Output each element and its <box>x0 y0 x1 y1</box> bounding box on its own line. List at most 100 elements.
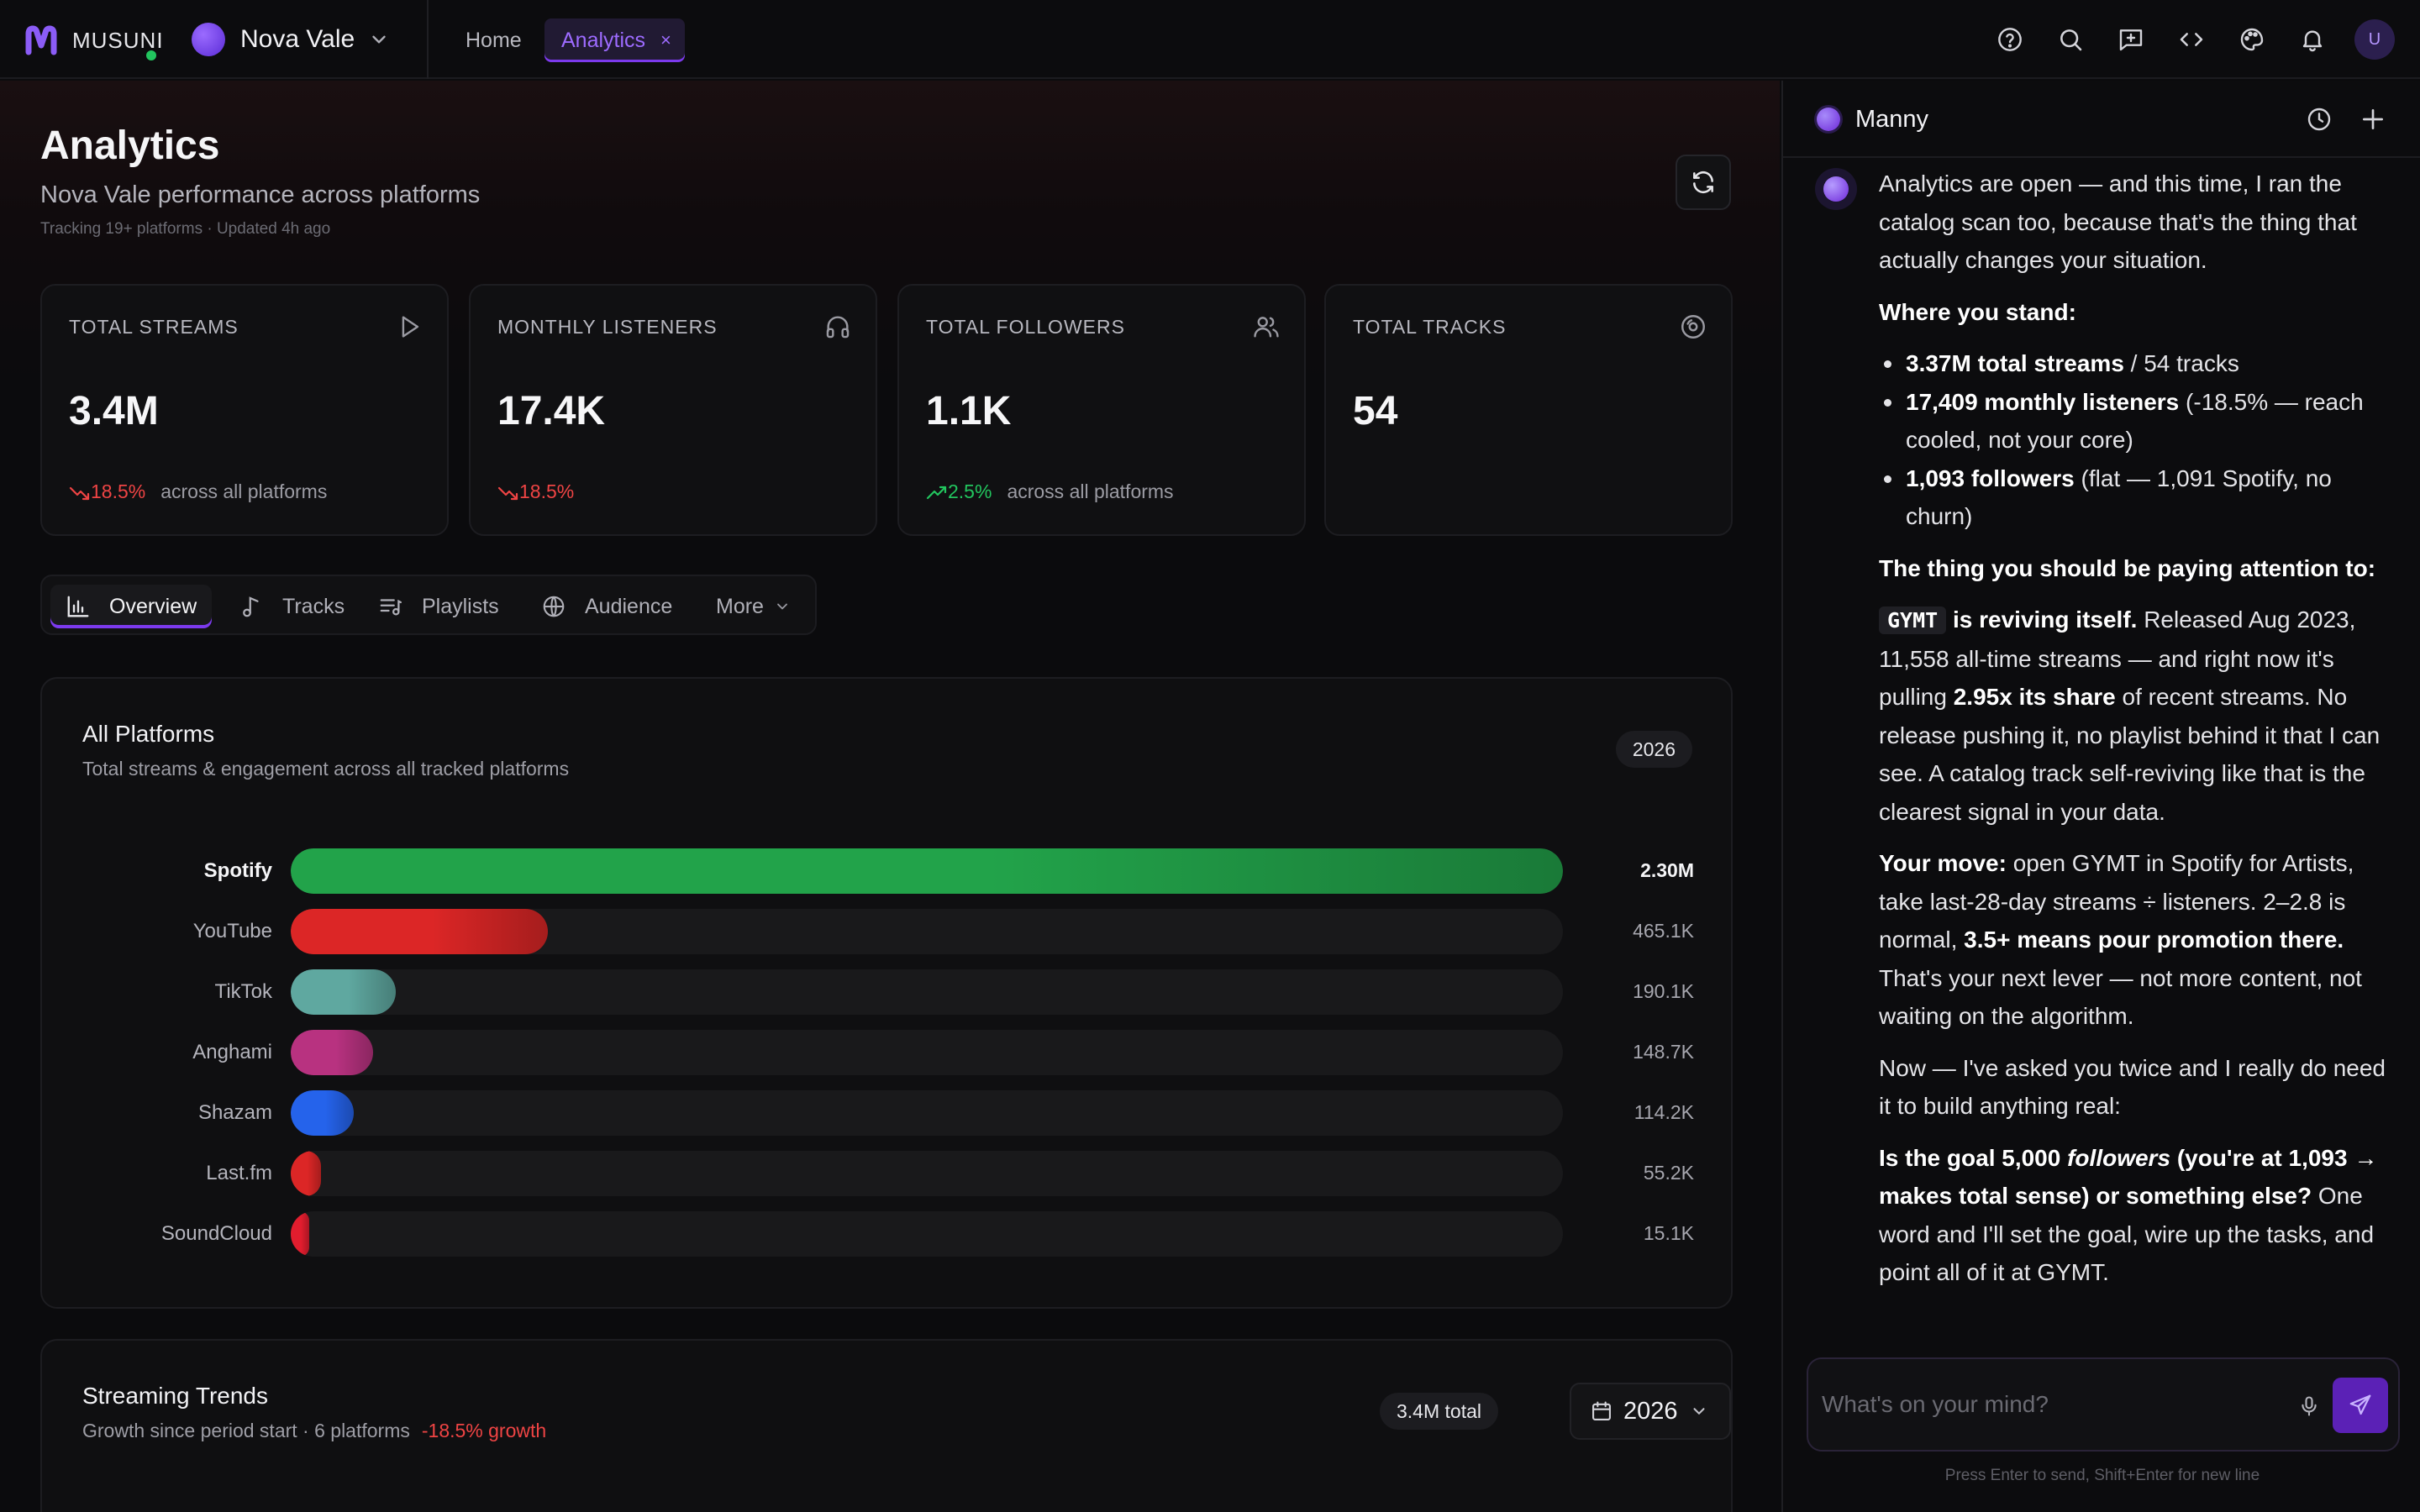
bar-row-tiktok[interactable]: TikTok 190.1K <box>42 969 1734 1015</box>
tab-playlists-label: Playlists <box>422 594 499 618</box>
music-note-icon <box>243 596 259 617</box>
stat-value: 54 <box>1353 389 1398 433</box>
stat-card-total-streams: TOTAL STREAMS 3.4M 18.5% across all plat… <box>40 284 449 536</box>
tab-playlists[interactable]: Playlists <box>378 585 499 628</box>
palette-icon[interactable] <box>2222 18 2282 60</box>
online-status-dot <box>146 50 156 60</box>
bar-track <box>291 848 1563 894</box>
search-icon[interactable] <box>2040 18 2101 60</box>
page-meta: Tracking 19+ platforms · Updated 4h ago <box>40 220 331 238</box>
trend-down: 18.5% <box>69 480 145 503</box>
brand[interactable]: MUSUNI <box>25 24 164 57</box>
disc-icon <box>1681 315 1705 339</box>
workspace-switcher[interactable]: Nova Vale <box>192 20 390 59</box>
stat-note: across all platforms <box>1007 480 1174 502</box>
bar-row-last-fm[interactable]: Last.fm 55.2K <box>42 1151 1734 1196</box>
bar <box>291 969 397 1015</box>
chat-header: Manny <box>1783 81 2420 158</box>
brand-name: MUSUNI <box>72 27 164 53</box>
card-subtitle: Total streams & engagement across all tr… <box>82 758 570 780</box>
bar-chart-icon <box>67 596 89 617</box>
stat-note: across all platforms <box>160 480 328 502</box>
play-icon <box>402 316 419 338</box>
bar-row-youtube[interactable]: YouTube 465.1K <box>42 909 1734 954</box>
message-paragraph: Is the goal 5,000 followers (you're at 1… <box>1879 1144 2378 1286</box>
send-button[interactable] <box>2333 1378 2388 1433</box>
stat-value: 1.1K <box>926 389 1012 433</box>
year-badge[interactable]: 2026 <box>1615 731 1692 768</box>
agent-message-avatar <box>1815 168 1857 210</box>
tab-audience-label: Audience <box>585 594 673 618</box>
users-icon <box>1254 317 1279 338</box>
toolbar: U <box>1980 18 2395 60</box>
close-tab-icon[interactable]: × <box>660 29 671 51</box>
code-icon[interactable] <box>2161 18 2222 60</box>
refresh-button[interactable] <box>1676 155 1731 210</box>
playlist-icon <box>380 599 402 616</box>
top-bar: MUSUNI Nova Vale Home Analytics × U <box>0 0 2420 79</box>
stat-footer: 18.5% across all platforms <box>69 480 327 503</box>
stat-value: 17.4K <box>497 389 606 433</box>
tab-tracks[interactable]: Tracks <box>239 585 345 628</box>
bar-track <box>291 1090 1563 1136</box>
bar-value-label: 465.1K <box>1633 920 1694 942</box>
bar-row-anghami[interactable]: Anghami 148.7K <box>42 1030 1734 1075</box>
analytics-subtabs: Overview Tracks Playlists Audience More <box>40 575 817 635</box>
page-subtitle: Nova Vale performance across platforms <box>40 181 481 208</box>
new-chat-icon[interactable] <box>2356 102 2390 136</box>
message-paragraph: Analytics are open — and this time, I ra… <box>1879 171 2357 273</box>
globe-icon <box>543 596 565 617</box>
trend-up-icon <box>926 486 947 499</box>
tab-overview-label: Overview <box>109 594 197 618</box>
trend-value: 18.5% <box>91 480 146 502</box>
stat-footer: 2.5% across all platforms <box>926 480 1174 503</box>
stat-label: TOTAL STREAMS <box>69 316 239 338</box>
bar <box>291 1030 373 1075</box>
streaming-trends-card: Streaming Trends Growth since period sta… <box>40 1339 1733 1512</box>
tab-tracks-label: Tracks <box>282 594 345 618</box>
trend-down-icon <box>497 486 518 500</box>
message-list: 3.37M total streams / 54 tracks 17,409 m… <box>1879 344 2400 536</box>
list-item: 17,409 monthly listeners (-18.5% — reach… <box>1879 383 2400 459</box>
bar-track <box>291 1151 1563 1196</box>
trend-down: 18.5% <box>497 480 574 503</box>
all-platforms-card: All Platforms Total streams & engagement… <box>40 677 1733 1309</box>
tab-overview[interactable]: Overview <box>50 585 213 628</box>
history-icon[interactable] <box>2302 102 2336 136</box>
bar-row-shazam[interactable]: Shazam 114.2K <box>42 1090 1734 1136</box>
help-icon[interactable] <box>1980 18 2040 60</box>
bar-value-label: 148.7K <box>1633 1041 1694 1063</box>
analytics-main: Analytics Nova Vale performance across p… <box>0 81 1780 1512</box>
bar-row-spotify[interactable]: Spotify 2.30M <box>42 848 1734 894</box>
calendar-icon <box>1592 1401 1611 1420</box>
bar-track <box>291 909 1563 954</box>
tab-analytics[interactable]: Analytics × <box>544 18 685 62</box>
bar-label: YouTube <box>192 920 272 942</box>
year-select[interactable]: 2026 <box>1570 1383 1731 1440</box>
tab-more-label: More <box>716 594 764 618</box>
chat-composer <box>1807 1357 2400 1452</box>
bar-value-label: 2.30M <box>1640 859 1694 881</box>
inline-code: GYMT <box>1879 606 1947 634</box>
user-avatar[interactable]: U <box>2354 19 2395 60</box>
bell-icon[interactable] <box>2282 18 2343 60</box>
growth-value: -18.5% growth <box>421 1420 547 1441</box>
bar-row-soundcloud[interactable]: SoundCloud 15.1K <box>42 1211 1734 1257</box>
card-subtitle: Growth since period start · 6 platforms -… <box>82 1420 546 1442</box>
tab-audience[interactable]: Audience <box>541 585 672 628</box>
total-badge: 3.4M total <box>1380 1393 1498 1430</box>
bar-label: Spotify <box>203 859 272 882</box>
bar <box>291 909 549 954</box>
tab-more[interactable]: More <box>716 585 791 628</box>
stat-card-total-followers: TOTAL FOLLOWERS 1.1K 2.5% across all pla… <box>897 284 1306 536</box>
message-heading: The thing you should be paying attention… <box>1879 554 2376 581</box>
chat-input[interactable] <box>1822 1384 2259 1425</box>
message-paragraph: Now — I've asked you twice and I really … <box>1879 1054 2386 1120</box>
musuni-logo-icon <box>25 25 57 55</box>
agent-name: Manny <box>1855 106 1929 133</box>
tab-analytics-label: Analytics <box>561 28 646 52</box>
tab-home[interactable]: Home <box>445 18 542 62</box>
mic-icon[interactable] <box>2291 1388 2328 1425</box>
bar-track <box>291 1030 1563 1075</box>
feedback-icon[interactable] <box>2101 18 2161 60</box>
